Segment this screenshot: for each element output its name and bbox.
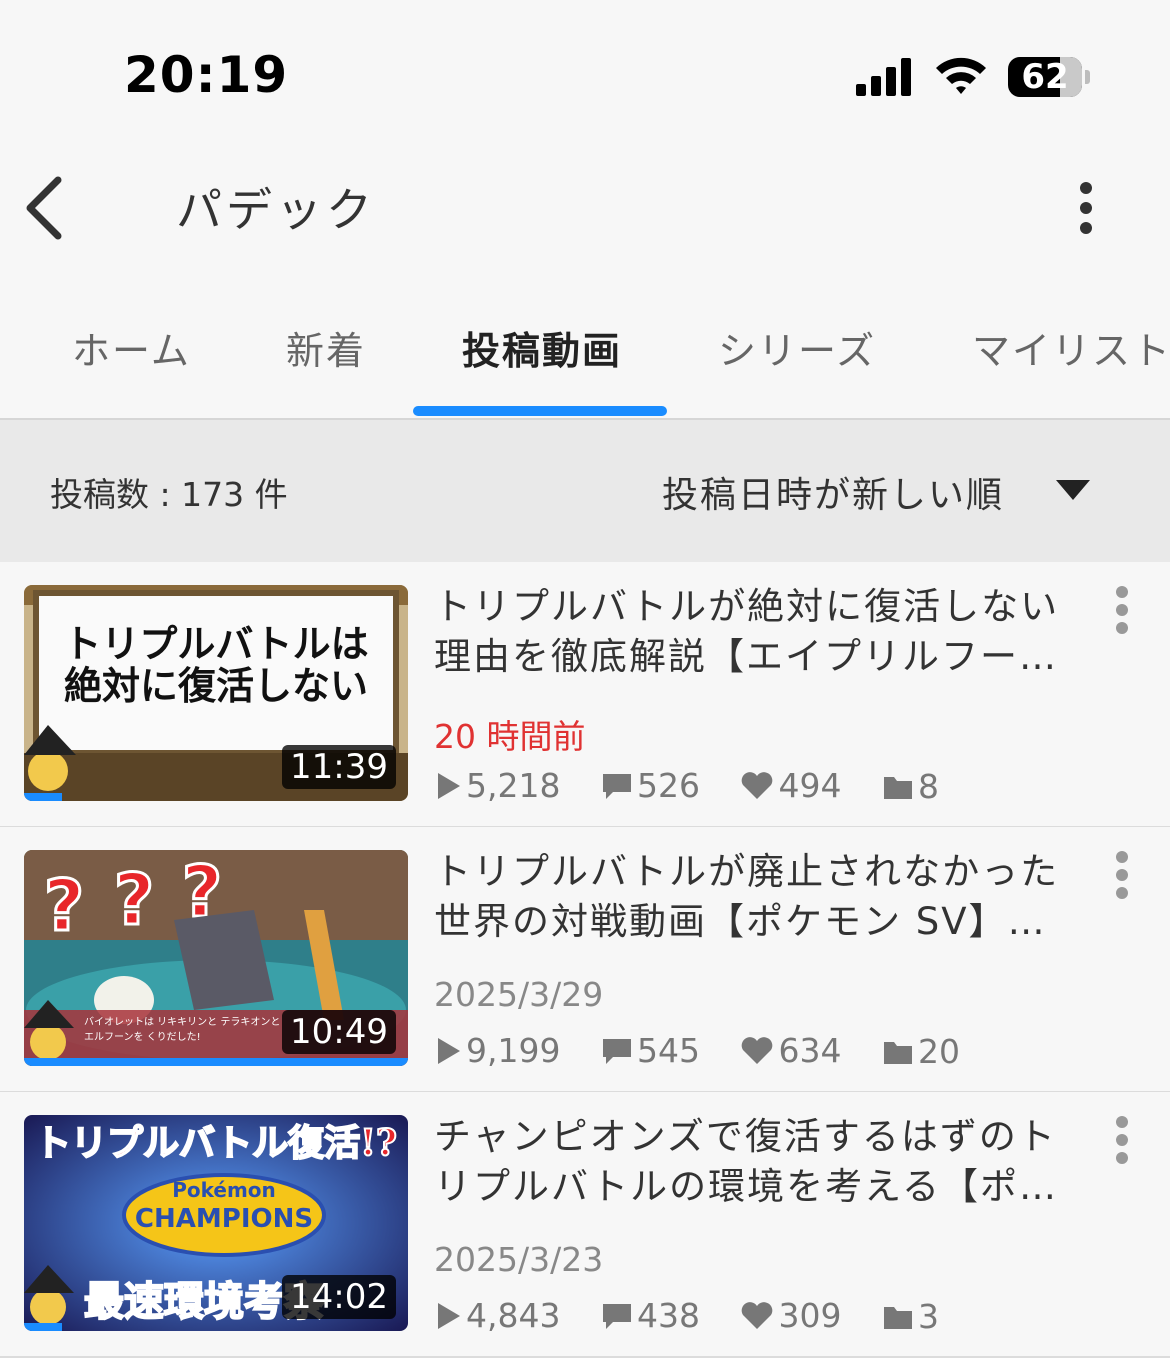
like-count: 309	[778, 1296, 842, 1335]
mylist-count: 20	[917, 1032, 960, 1071]
comment-icon	[602, 1038, 631, 1064]
tab-series[interactable]: シリーズ	[718, 320, 876, 375]
comment-icon	[602, 773, 631, 799]
thumb-caption-line1: バイオレットは リキキリンと テラキオンと	[84, 1016, 280, 1028]
folder-icon	[883, 1041, 912, 1064]
video-thumbnail[interactable]: ? ? ? バイオレットは リキキリンと テラキオンと エルフーンを くりだした…	[24, 850, 408, 1066]
battery-level: 62	[1021, 57, 1069, 97]
video-duration: 14:02	[282, 1275, 396, 1319]
comment-count: 526	[636, 766, 700, 805]
more-vertical-icon[interactable]	[1110, 584, 1134, 636]
watch-progress	[24, 793, 63, 801]
video-list-item[interactable]: トリプルバトルは 絶対に復活しない 11:39 トリプルバトルが絶対に復活しない…	[0, 562, 1170, 828]
comment-icon	[602, 1303, 631, 1329]
back-chevron-icon[interactable]	[20, 172, 80, 242]
thumb-caption-line2: エルフーンを くりだした!	[84, 1031, 201, 1043]
thumb-caption-line2: 絶対に復活しない	[64, 664, 368, 708]
watch-progress	[24, 1058, 408, 1066]
caret-down-icon[interactable]	[1056, 480, 1090, 500]
play-icon	[438, 772, 460, 799]
tab-bar: ホーム 新着 投稿動画 シリーズ マイリスト	[0, 290, 1170, 420]
video-list-item[interactable]: ? ? ? バイオレットは リキキリンと テラキオンと エルフーンを くりだした…	[0, 827, 1170, 1093]
folder-icon	[883, 776, 912, 799]
active-tab-indicator	[413, 406, 667, 416]
video-date: 2025/3/23	[434, 1240, 604, 1279]
thumb-caption-line3: CHAMPIONS	[135, 1204, 313, 1234]
cellular-signal-icon	[856, 58, 911, 96]
tab-videos[interactable]: 投稿動画	[462, 320, 622, 375]
comment-count: 545	[636, 1031, 700, 1070]
tab-new[interactable]: 新着	[286, 320, 366, 375]
video-title[interactable]: トリプルバトルが廃止されなかった世界の対戦動画【ポケモン SV】【ゆ…	[434, 847, 1094, 947]
page-title: パデック	[176, 183, 376, 237]
thumb-caption-line1: トリプルバトルは	[63, 622, 368, 666]
play-icon	[438, 1037, 460, 1064]
video-thumbnail[interactable]: トリプルバトル復活!? Pokémon CHAMPIONS 最速環境考察 14:…	[24, 1115, 408, 1331]
tab-home[interactable]: ホーム	[72, 320, 191, 375]
video-date: 2025/3/29	[434, 975, 604, 1014]
status-bar: 20:19 62	[0, 0, 1170, 150]
more-vertical-icon[interactable]	[1110, 1114, 1134, 1166]
view-count: 4,843	[466, 1296, 561, 1335]
video-stats: 5,218 526 494 8	[434, 766, 969, 806]
video-list-item[interactable]: トリプルバトル復活!? Pokémon CHAMPIONS 最速環境考察 14:…	[0, 1092, 1170, 1358]
mylist-count: 8	[917, 767, 939, 806]
video-duration: 11:39	[282, 745, 396, 789]
heart-icon	[742, 1036, 773, 1064]
like-count: 634	[778, 1031, 842, 1070]
heart-icon	[742, 771, 773, 799]
sort-dropdown[interactable]: 投稿日時が新しい順	[662, 466, 1004, 518]
play-icon	[438, 1302, 460, 1329]
video-date: 20 時間前	[434, 717, 586, 756]
view-count: 9,199	[466, 1031, 561, 1070]
video-stats: 4,843 438 309 3	[434, 1296, 969, 1336]
video-duration: 10:49	[282, 1010, 396, 1054]
svg-text:?: ?	[44, 865, 85, 947]
sort-bar: 投稿数 : 173 件 投稿日時が新しい順	[0, 420, 1170, 564]
video-thumbnail[interactable]: トリプルバトルは 絶対に復活しない 11:39	[24, 585, 408, 801]
thumb-caption-line1: トリプルバトル復活!?	[35, 1122, 397, 1164]
video-count: 投稿数 : 173 件	[50, 475, 288, 514]
like-count: 494	[778, 766, 842, 805]
battery-cap	[1085, 70, 1090, 84]
folder-icon	[883, 1306, 912, 1329]
heart-icon	[742, 1301, 773, 1329]
tab-mylist[interactable]: マイリスト	[972, 320, 1170, 375]
view-count: 5,218	[466, 766, 561, 805]
more-vertical-icon[interactable]	[1068, 180, 1104, 236]
status-time: 20:19	[124, 46, 289, 104]
wifi-icon	[936, 57, 986, 94]
battery-icon: 62	[1008, 57, 1082, 97]
comment-count: 438	[636, 1296, 700, 1335]
app-header: パデック	[0, 150, 1170, 268]
svg-text:?: ?	[114, 859, 155, 941]
more-vertical-icon[interactable]	[1110, 849, 1134, 901]
video-title[interactable]: トリプルバトルが絶対に復活しない理由を徹底解説【エイプリルフール…	[434, 582, 1094, 682]
watch-progress	[24, 1323, 63, 1331]
video-stats: 9,199 545 634 20	[434, 1031, 990, 1071]
mylist-count: 3	[917, 1297, 939, 1336]
video-title[interactable]: チャンピオンズで復活するはずのトリプルバトルの環境を考える【ポケ…	[434, 1112, 1094, 1212]
thumb-caption-line2: Pokémon	[172, 1178, 276, 1202]
